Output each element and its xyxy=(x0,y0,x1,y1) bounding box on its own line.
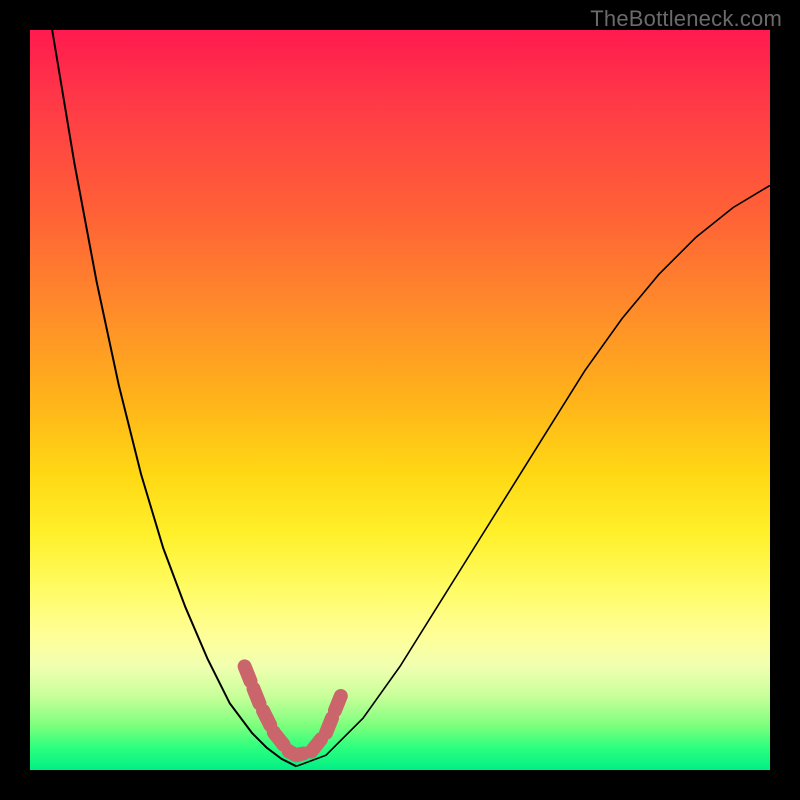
left-branch-curve xyxy=(52,30,296,766)
curve-layer xyxy=(30,30,770,770)
chart-frame: TheBottleneck.com xyxy=(0,0,800,800)
highlight-segment xyxy=(245,666,341,755)
right-branch-curve xyxy=(296,185,770,766)
plot-area xyxy=(30,30,770,770)
watermark-text: TheBottleneck.com xyxy=(590,6,782,32)
